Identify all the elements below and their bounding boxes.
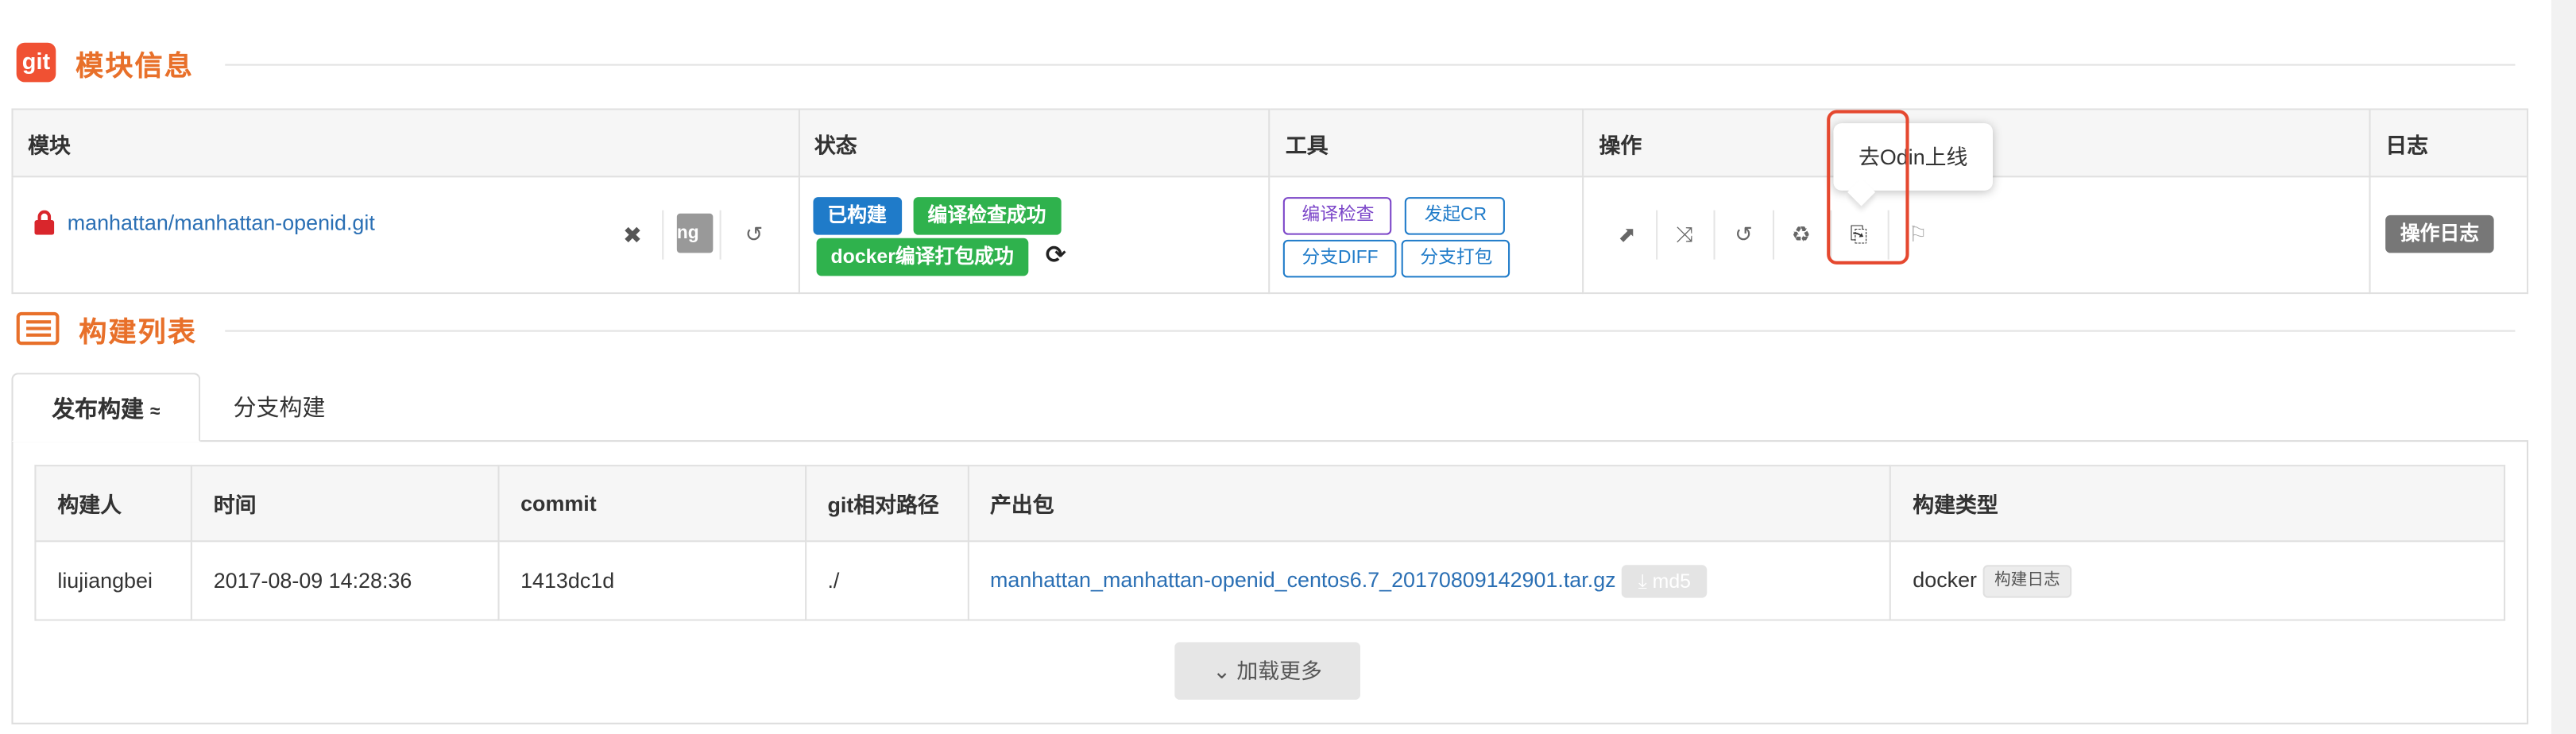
cell-commit: 1413dc1d (497, 540, 806, 621)
col-header-builder: 构建人 (34, 465, 192, 543)
log-cell: 操作日志 (2369, 176, 2529, 295)
build-section-header: 构建列表 (16, 309, 198, 349)
tab-release-build[interactable]: 发布构建 ≈ (11, 373, 201, 442)
cell-builder: liujiangbei (34, 540, 192, 621)
module-cell: manhattan/manhattan-openid.git ✖ ng F ↺ (11, 176, 800, 295)
build-table-header: 构建人 时间 commit git相对路径 产出包 构建类型 (34, 465, 2506, 543)
module-table: 模块 状态 工具 操作 日志 manhattan/manhattan-openi… (11, 108, 2529, 295)
cell-artifact: manhattan_manhattan-openid_centos6.7_201… (967, 540, 1892, 621)
build-type-text: docker (1913, 566, 1978, 592)
col-header-git-path: git相对路径 (804, 465, 969, 543)
page: git 模块信息 模块 状态 工具 操作 日志 manhattan/manhat… (0, 0, 2576, 734)
separator (719, 210, 721, 260)
load-more-label: 加载更多 (1236, 659, 1322, 684)
compile-check-button[interactable]: 编译检查 (1283, 197, 1393, 235)
section-divider (225, 330, 2516, 332)
cell-time: 2017-08-09 14:28:36 (190, 540, 500, 621)
branch-diff-button[interactable]: 分支DIFF (1283, 239, 1397, 278)
status-cell: 已构建 编译检查成功 docker编译打包成功 ⟳ (798, 176, 1271, 295)
recycle-icon[interactable]: ♻ (1785, 218, 1817, 251)
branch-pack-button[interactable]: 分支打包 (1402, 239, 1511, 278)
col-header-commit: commit (497, 465, 806, 543)
module-section-header: git 模块信息 (16, 42, 194, 83)
col-header-module: 模块 (11, 108, 800, 178)
lock-icon (34, 210, 55, 235)
module-table-header: 模块 状态 工具 操作 日志 (11, 108, 2529, 178)
build-section-title: 构建列表 (79, 316, 198, 348)
table-row: liujiangbei 2017-08-09 14:28:36 1413dc1d… (34, 540, 2506, 621)
load-more-button[interactable]: ⌄ 加载更多 (1174, 642, 1360, 700)
cell-build-type: docker 构建日志 (1889, 540, 2506, 621)
chevron-up-icon: ≈ (150, 402, 161, 423)
build-table: 构建人 时间 commit git相对路径 产出包 构建类型 liujiangb… (34, 465, 2506, 621)
content-scaled: git 模块信息 模块 状态 工具 操作 日志 manhattan/manhat… (0, 0, 2576, 734)
history-icon[interactable]: ↺ (737, 218, 770, 251)
scrollbar-track[interactable] (2551, 0, 2576, 734)
compile-check-success-badge: 编译检查成功 (912, 197, 1062, 235)
close-icon[interactable]: ✖ (616, 218, 648, 251)
docker-build-success-badge: docker编译打包成功 (815, 238, 1029, 276)
section-divider (225, 64, 2516, 66)
undo-icon[interactable]: ↺ (1727, 218, 1760, 251)
module-row: manhattan/manhattan-openid.git ✖ ng F ↺ … (11, 176, 2529, 295)
separator (1656, 210, 1658, 260)
module-section-title: 模块信息 (75, 50, 194, 82)
separator (1773, 210, 1775, 260)
col-header-status: 状态 (798, 108, 1271, 178)
actions-cell: ⬈ ⤨ ↺ ♻ ⎘ ⚐ (1582, 176, 2371, 295)
repo-link[interactable]: manhattan/manhattan-openid.git (68, 211, 375, 235)
md5-label: md5 (1652, 569, 1691, 593)
col-header-artifact: 产出包 (967, 465, 1892, 543)
separator (662, 210, 664, 260)
download-icon: ⤓ (1638, 569, 1647, 593)
refresh-icon[interactable]: ⟳ (1039, 240, 1072, 272)
col-header-build-type: 构建类型 (1889, 465, 2506, 543)
build-package-icon[interactable]: ng F (676, 213, 714, 253)
external-link-icon[interactable]: ⬈ (1611, 218, 1643, 251)
artifact-link[interactable]: manhattan_manhattan-openid_centos6.7_201… (990, 566, 1616, 591)
double-chevron-down-icon: ⌄ (1213, 659, 1231, 684)
operation-log-button[interactable]: 操作日志 (2385, 214, 2494, 253)
col-header-tools: 工具 (1269, 108, 1584, 178)
tools-cell: 编译检查 发起CR 分支DIFF 分支打包 (1269, 176, 1584, 295)
list-icon (16, 311, 60, 346)
cell-path: ./ (804, 540, 969, 621)
shuffle-icon[interactable]: ⤨ (1668, 218, 1700, 251)
md5-button[interactable]: ⤓ md5 (1622, 564, 1708, 597)
tab-label: 发布构建 (52, 396, 144, 423)
separator (1714, 210, 1716, 260)
col-header-log: 日志 (2369, 108, 2529, 178)
col-header-time: 时间 (190, 465, 500, 543)
built-badge: 已构建 (812, 197, 902, 235)
git-logo-icon: git (16, 42, 56, 83)
build-log-button[interactable]: 构建日志 (1982, 564, 2072, 597)
start-cr-button[interactable]: 发起CR (1405, 197, 1506, 235)
highlight-box (1827, 110, 1909, 265)
tab-branch-build[interactable]: 分支构建 (200, 373, 358, 442)
